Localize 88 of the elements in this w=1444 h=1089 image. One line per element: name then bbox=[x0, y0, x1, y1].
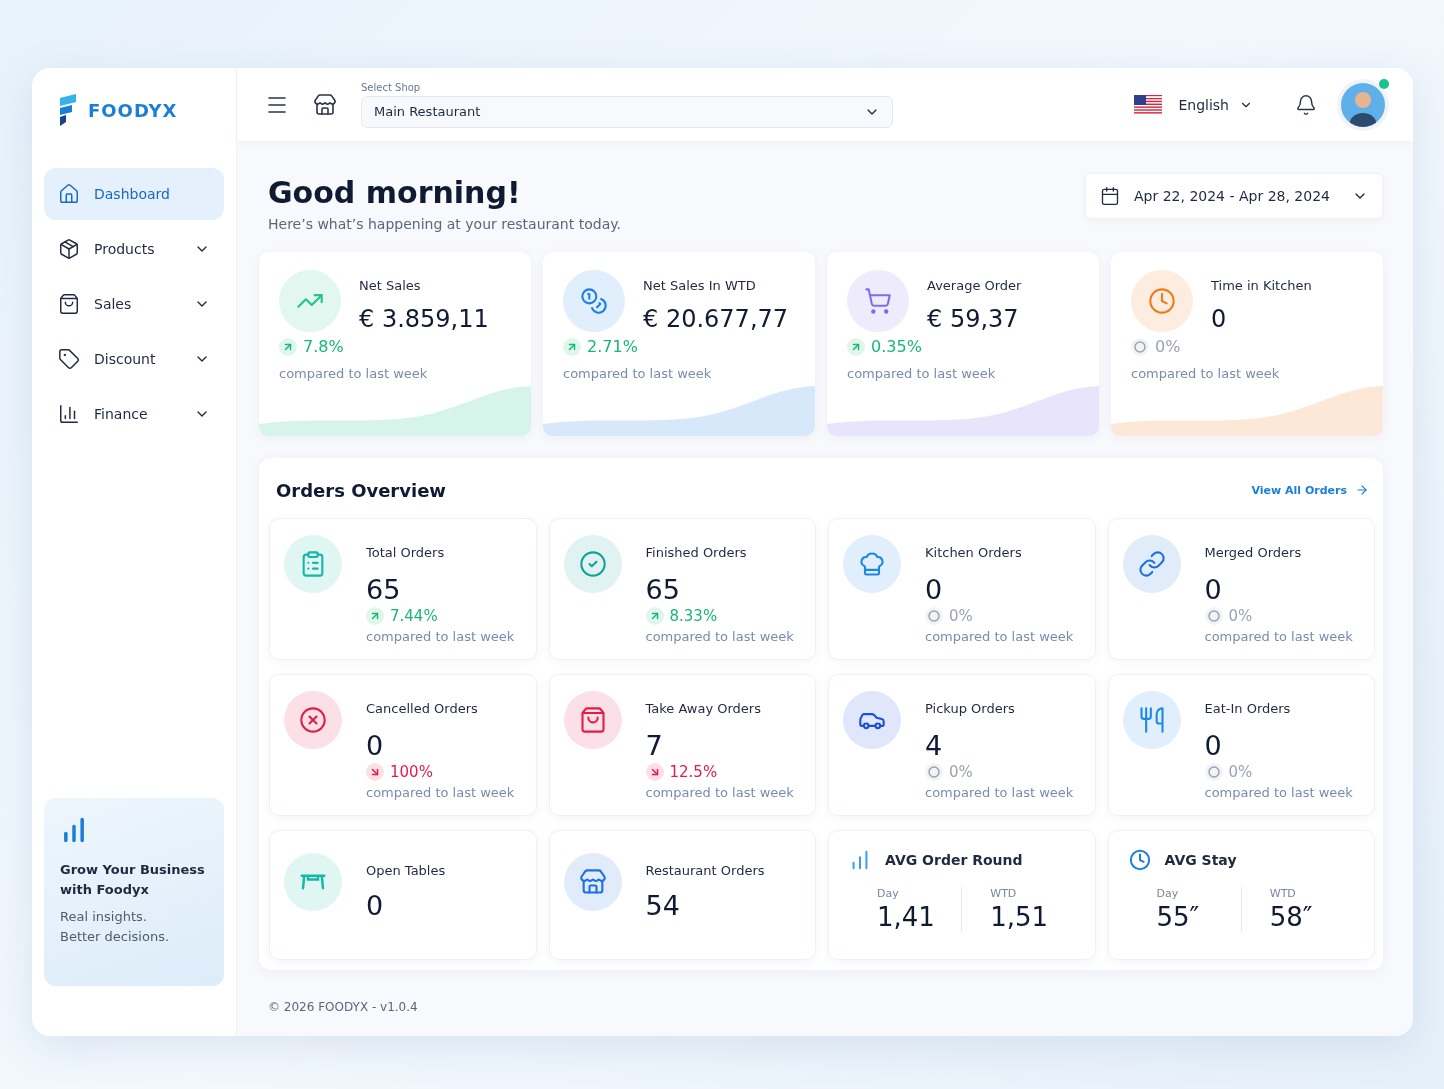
store-icon[interactable] bbox=[313, 92, 337, 117]
stat-value: 1,41 bbox=[877, 902, 936, 932]
order-title: Take Away Orders bbox=[645, 701, 762, 716]
stat-title: AVG Order Round bbox=[885, 852, 1023, 868]
bag-icon bbox=[58, 293, 80, 315]
order-count: 0 bbox=[925, 574, 944, 605]
order-count: 0 bbox=[366, 890, 385, 921]
order-title: Open Tables bbox=[366, 863, 446, 878]
trend-percent: 0.35% bbox=[871, 337, 922, 356]
order-count: 7 bbox=[645, 730, 664, 761]
order-title: Cancelled Orders bbox=[366, 701, 479, 716]
nav-item[interactable]: Finance bbox=[44, 388, 224, 440]
trend-percent: 100% bbox=[390, 763, 433, 781]
trend-percent: 12.5% bbox=[669, 763, 718, 781]
stat-label: WTD bbox=[990, 887, 1018, 900]
promo-title: Grow Your Business with Foodyx bbox=[60, 861, 206, 899]
nav-item[interactable]: Dashboard bbox=[44, 168, 224, 220]
trend-percent: 7.44% bbox=[390, 607, 438, 625]
comparison-note: compared to last week bbox=[366, 629, 515, 644]
order-count: 54 bbox=[645, 890, 681, 921]
order-title: Total Orders bbox=[366, 545, 446, 560]
package-icon bbox=[58, 238, 80, 260]
trend-percent: 8.33% bbox=[669, 607, 718, 625]
comparison-note: compared to last week bbox=[1204, 785, 1353, 800]
tag-icon bbox=[58, 348, 80, 370]
flag-icon bbox=[1134, 94, 1163, 115]
bar-chart-icon bbox=[58, 403, 80, 425]
greeting-subtitle: Here’s what’s happening at your restaurant today. bbox=[268, 216, 621, 232]
footer-text: © 2026 FOODYX - v1.0.4 bbox=[268, 1000, 419, 1014]
order-count: 0 bbox=[366, 730, 385, 761]
trend-percent: 0% bbox=[949, 607, 973, 625]
calendar-icon bbox=[1100, 186, 1120, 206]
kpi-title: Average Order bbox=[927, 278, 1022, 293]
order-title: Finished Orders bbox=[645, 545, 748, 560]
nav-item[interactable]: Products bbox=[44, 223, 224, 275]
shop-select[interactable]: Main Restaurant bbox=[361, 95, 893, 128]
nav-item[interactable]: Sales bbox=[44, 278, 224, 330]
order-title: Pickup Orders bbox=[925, 701, 1016, 716]
promo-text: Real insights. Better decisions. bbox=[60, 908, 171, 946]
kpi-value: € 59,37 bbox=[927, 305, 1020, 333]
comparison-note: compared to last week bbox=[847, 366, 997, 381]
trend-percent: 0% bbox=[1155, 337, 1181, 356]
kpi-title: Net Sales In WTD bbox=[643, 278, 757, 293]
field-label: Select Shop bbox=[361, 81, 422, 93]
order-title: Eat-In Orders bbox=[1204, 701, 1292, 716]
kpi-title: Time in Kitchen bbox=[1211, 278, 1312, 293]
greeting-title: Good morning! bbox=[268, 175, 522, 210]
nav-item[interactable]: Discount bbox=[44, 333, 224, 385]
kpi-value: € 3.859,11 bbox=[359, 305, 489, 333]
date-range-picker[interactable]: Apr 22, 2024 - Apr 28, 2024 bbox=[1085, 173, 1383, 219]
order-count: 65 bbox=[366, 574, 402, 605]
stat-value: 1,51 bbox=[990, 902, 1050, 932]
order-title: Restaurant Orders bbox=[645, 863, 765, 878]
stat-value: 55″ bbox=[1156, 902, 1201, 932]
kpi-title: Net Sales bbox=[359, 278, 422, 293]
order-title: Merged Orders bbox=[1204, 545, 1303, 560]
stat-label: Day bbox=[1156, 887, 1180, 900]
order-count: 65 bbox=[645, 574, 681, 605]
view-all-link[interactable]: View All Orders bbox=[1251, 483, 1369, 497]
stat-title: AVG Stay bbox=[1164, 852, 1237, 868]
trend-percent: 0% bbox=[1228, 763, 1253, 781]
language-select[interactable]: English bbox=[1172, 95, 1259, 114]
trend-percent: 2.71% bbox=[587, 337, 638, 356]
order-title: Kitchen Orders bbox=[925, 545, 1023, 560]
comparison-note: compared to last week bbox=[925, 629, 1074, 644]
section-title: Orders Overview bbox=[276, 479, 446, 501]
comparison-note: compared to last week bbox=[1131, 366, 1281, 381]
trend-percent: 7.8% bbox=[303, 337, 344, 356]
kpi-value: € 20.677,77 bbox=[643, 305, 789, 333]
stat-value: 58″ bbox=[1269, 902, 1314, 932]
stat-label: Day bbox=[877, 887, 900, 900]
comparison-note: compared to last week bbox=[563, 366, 713, 381]
comparison-note: compared to last week bbox=[645, 785, 794, 800]
brand-name: FOODYX bbox=[88, 99, 178, 121]
trend-percent: 0% bbox=[949, 763, 973, 781]
comparison-note: compared to last week bbox=[279, 366, 429, 381]
home-icon bbox=[58, 183, 80, 205]
order-count: 0 bbox=[1204, 730, 1223, 761]
stat-label: WTD bbox=[1269, 887, 1297, 900]
order-count: 4 bbox=[925, 730, 944, 761]
trend-percent: 0% bbox=[1228, 607, 1253, 625]
comparison-note: compared to last week bbox=[366, 785, 515, 800]
notifications-icon[interactable] bbox=[1295, 93, 1317, 116]
kpi-value: 0 bbox=[1211, 305, 1228, 333]
comparison-note: compared to last week bbox=[645, 629, 794, 644]
comparison-note: compared to last week bbox=[1204, 629, 1353, 644]
order-count: 0 bbox=[1204, 574, 1223, 605]
comparison-note: compared to last week bbox=[925, 785, 1074, 800]
